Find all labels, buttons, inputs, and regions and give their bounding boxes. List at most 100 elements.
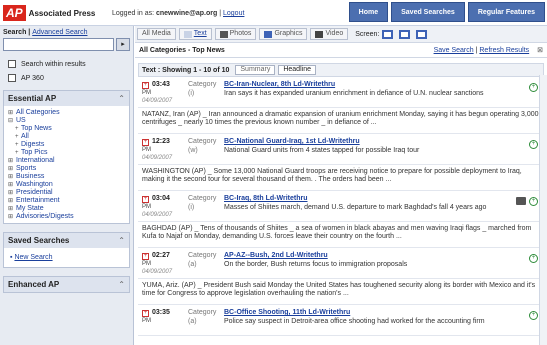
story-summary: Masses of Shiites march, demand U.S. dep… <box>224 204 487 211</box>
tree-item[interactable]: ⊟ US <box>8 117 125 125</box>
story-slug-link[interactable]: AP-AZ--Bush, 2nd Ld-Writethru <box>224 252 328 259</box>
story-date: 04/09/2007 <box>142 155 173 161</box>
screen-layout-2-icon[interactable] <box>399 29 411 39</box>
expand-icon[interactable]: ⊞ <box>8 109 16 117</box>
expand-icon[interactable]: ⊞ <box>8 173 16 181</box>
screen-layout-1-icon[interactable] <box>382 29 394 39</box>
scrollbar[interactable] <box>539 75 547 345</box>
story-lede: WASHINGTON (AP) _ Some 13,000 National G… <box>138 165 544 191</box>
text-button[interactable]: Text <box>178 28 212 40</box>
tree-item[interactable]: + Top Pics <box>8 149 125 157</box>
story-slug-link[interactable]: BC-Iraq, 8th Ld-Writethru <box>224 195 307 202</box>
story-row[interactable]: +03:04 PM 04/09/2007 Category (i) Masses of S… <box>138 191 544 222</box>
summary-view-button[interactable]: Summary <box>235 65 276 75</box>
tab-home[interactable]: Home <box>348 2 389 22</box>
search-input[interactable] <box>3 38 115 51</box>
tree-item[interactable]: + Digests <box>8 141 125 149</box>
close-icon[interactable]: ⊠ <box>537 47 543 54</box>
expand-icon[interactable]: ⊞ <box>8 165 16 173</box>
essential-ap-title: Essential AP <box>8 94 57 103</box>
enhanced-ap-header[interactable]: Enhanced AP ⌃ <box>4 277 129 292</box>
search-header: Search | Advanced Search <box>3 29 88 36</box>
tree-item[interactable]: + All <box>8 133 125 141</box>
ap360-checkbox[interactable] <box>8 74 16 82</box>
logout-link[interactable]: Logout <box>223 10 244 17</box>
story-lede: YUMA, Ariz. (AP) _ President Bush said M… <box>138 279 544 305</box>
tree-item[interactable]: ⊞ All Categories <box>8 109 125 117</box>
expand-story-icon[interactable]: + <box>142 310 149 317</box>
collapse-icon[interactable]: ⌃ <box>118 94 125 103</box>
logo-text: Associated Press <box>28 8 96 18</box>
headline-view-button[interactable]: Headline <box>278 65 316 75</box>
story-ampm: PM <box>142 318 151 324</box>
expand-icon[interactable]: ⊞ <box>8 213 16 221</box>
collapse-icon[interactable]: ⌃ <box>118 280 125 289</box>
tab-saved-searches[interactable]: Saved Searches <box>391 2 465 22</box>
tree-item[interactable]: + Top News <box>8 125 125 133</box>
story-category-value: (w) <box>188 147 198 154</box>
login-prefix: Logged in as: <box>112 10 155 17</box>
expand-icon[interactable]: ⊞ <box>8 157 16 165</box>
tree-item[interactable]: ⊞ My State <box>8 205 125 213</box>
text-label: Text <box>193 30 207 37</box>
add-to-basket-icon[interactable]: + <box>529 254 538 263</box>
tree-item[interactable]: ⊞ Sports <box>8 165 125 173</box>
screen-layout-3-icon[interactable] <box>416 29 428 39</box>
expand-icon[interactable]: ⊞ <box>8 197 16 205</box>
photos-button[interactable]: Photos <box>214 28 257 40</box>
story-row[interactable]: +02:27 PM 04/09/2007 Category (a) On the bord… <box>138 248 544 279</box>
photo-attached-icon[interactable] <box>516 197 526 205</box>
breadcrumb: All Categories - Top News Save Search | … <box>135 43 547 58</box>
expand-icon[interactable]: ⊟ <box>8 117 16 125</box>
story-category-value: (i) <box>188 90 195 97</box>
new-search-link[interactable]: New Search <box>14 254 52 261</box>
story-row[interactable]: +03:35 PM Category (a) Police say suspect in… <box>138 305 544 336</box>
expand-story-icon[interactable]: + <box>142 253 149 260</box>
expand-story-icon[interactable]: + <box>142 82 149 89</box>
tree-item-label: Presidential <box>16 189 53 196</box>
story-ampm: PM <box>142 147 151 153</box>
add-to-basket-icon[interactable]: + <box>529 311 538 320</box>
add-to-basket-icon[interactable]: + <box>529 140 538 149</box>
video-button[interactable]: Video <box>310 28 349 40</box>
expand-icon[interactable]: ⊞ <box>8 189 16 197</box>
advanced-search-link[interactable]: Advanced Search <box>32 29 87 36</box>
all-media-button[interactable]: All Media <box>137 28 176 40</box>
search-go-button[interactable]: ▸ <box>116 38 130 51</box>
save-search-link[interactable]: Save Search <box>434 47 474 54</box>
expand-story-icon[interactable]: + <box>142 196 149 203</box>
tree-item[interactable]: ⊞ International <box>8 157 125 165</box>
story-time: 03:43 <box>152 81 170 88</box>
story-category-value: (a) <box>188 318 197 325</box>
search-within-checkbox[interactable] <box>8 60 16 68</box>
tree-item-label: Top Pics <box>21 149 48 156</box>
story-row[interactable]: +03:43 PM 04/09/2007 Category (i) Iran says i… <box>138 77 544 108</box>
page-title: All Categories - Top News <box>139 46 225 54</box>
tree-item-label: Business <box>16 173 45 180</box>
expand-story-icon[interactable]: + <box>142 139 149 146</box>
collapse-icon[interactable]: ⌃ <box>118 236 125 245</box>
add-to-basket-icon[interactable]: + <box>529 83 538 92</box>
video-label: Video <box>325 30 344 37</box>
add-to-basket-icon[interactable]: + <box>529 197 538 206</box>
expand-icon[interactable]: ⊞ <box>8 181 16 189</box>
expand-icon[interactable]: ⊞ <box>8 205 16 213</box>
graphics-button[interactable]: Graphics <box>259 28 308 40</box>
story-slug-link[interactable]: BC-Iran-Nuclear, 8th Ld-Writethru <box>224 81 335 88</box>
graphics-icon <box>264 30 273 38</box>
story-row[interactable]: +12:23 PM 04/09/2007 Category (w) National Gu… <box>138 134 544 165</box>
essential-ap-header[interactable]: Essential AP ⌃ <box>4 91 129 106</box>
ap-logo[interactable]: AP Associated Press <box>3 5 95 21</box>
tree-item[interactable]: ⊞ Washington <box>8 181 125 189</box>
tree-item-label: My State <box>16 205 44 212</box>
tree-item[interactable]: ⊞ Business <box>8 173 125 181</box>
story-slug-link[interactable]: BC-Office Shooting, 11th Ld-Writethru <box>224 309 350 316</box>
tree-item[interactable]: ⊞ Presidential <box>8 189 125 197</box>
tree-item[interactable]: ⊞ Entertainment <box>8 197 125 205</box>
refresh-results-link[interactable]: Refresh Results <box>479 47 529 54</box>
story-summary: On the border, Bush returns focus to imm… <box>224 261 408 268</box>
saved-searches-header[interactable]: Saved Searches ⌃ <box>4 233 129 248</box>
story-slug-link[interactable]: BC-National Guard-Iraq, 1st Ld-Writethru <box>224 138 360 145</box>
tree-item[interactable]: ⊞ Advisories/Digests <box>8 213 125 221</box>
tab-regular-features[interactable]: Regular Features <box>467 2 545 22</box>
